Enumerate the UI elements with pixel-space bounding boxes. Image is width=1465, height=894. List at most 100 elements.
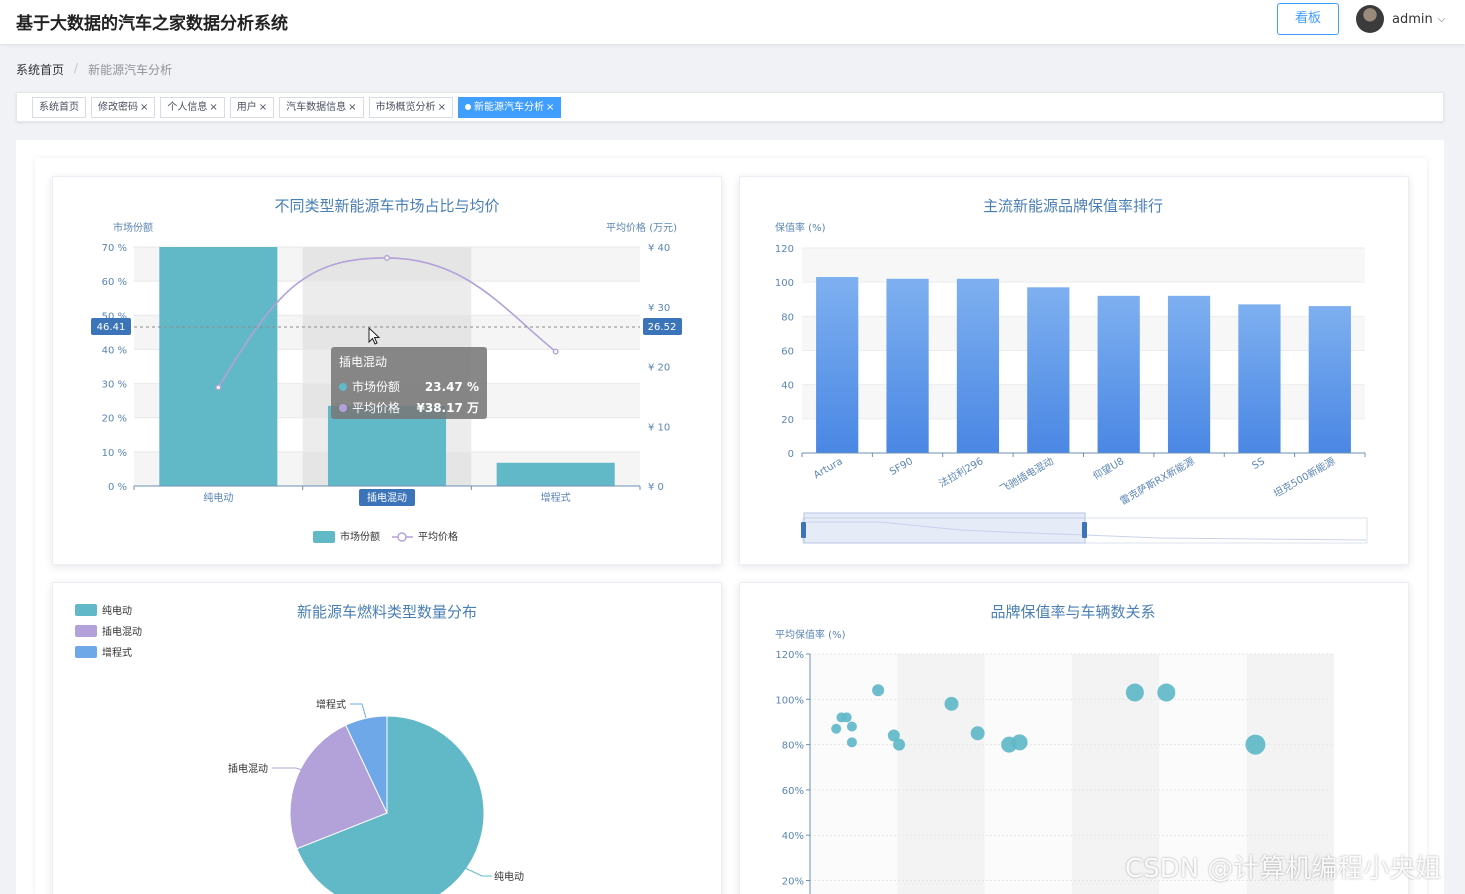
y-right-tick-label: ¥ 30 <box>648 303 670 314</box>
scatter-point <box>872 684 885 697</box>
legend-label: 插电混动 <box>102 625 142 638</box>
bar <box>159 247 278 486</box>
tooltip-series-value: 23.47 % <box>424 379 479 394</box>
chart-tooltip: 插电混动 市场份额 23.47 % 平均价格 ¥38.17 万 <box>331 347 487 419</box>
bar <box>1167 295 1211 453</box>
split-area-band <box>897 654 985 894</box>
legend-line-point <box>397 532 407 542</box>
x-tick-label: 插电混动 <box>367 491 407 504</box>
y-tick-label: 60% <box>782 786 804 797</box>
line-point <box>384 254 391 261</box>
bar <box>816 277 859 453</box>
legend-label: 纯电动 <box>102 604 132 617</box>
scatter-point <box>841 712 852 723</box>
y-tick-label: 100% <box>775 695 804 706</box>
tooltip-series-name: 平均价格 <box>352 401 401 415</box>
y-axis-right-label: 平均价格 (万元) <box>606 221 677 234</box>
legend-swatch <box>75 625 97 637</box>
bar <box>1308 306 1351 453</box>
y-tick-label: 20 <box>781 415 794 426</box>
y-tick-label: 120 <box>775 244 794 255</box>
x-tick-label: 增程式 <box>541 491 571 504</box>
y-right-tick-label: ¥ 20 <box>648 363 670 374</box>
tooltip-row: 市场份额 23.47 % <box>339 376 479 397</box>
x-tick-label: 飞驰插电混动 <box>997 454 1055 495</box>
datazoom-handle <box>1082 522 1087 538</box>
y-right-tick-label: ¥ 10 <box>648 422 670 433</box>
y-axis-label: 平均保值率 (%) <box>775 628 846 641</box>
bar <box>1238 304 1281 453</box>
y-tick-label: 120% <box>775 650 804 661</box>
scatter-point <box>970 726 985 741</box>
scatter-point <box>846 721 857 732</box>
pie-label: 纯电动 <box>494 870 524 883</box>
pie-label-line <box>350 703 367 719</box>
scatter-point <box>831 723 842 734</box>
legend-label: 增程式 <box>102 646 132 659</box>
x-tick-label: 法拉利296 <box>936 454 985 490</box>
bar <box>1097 295 1140 453</box>
split-area-band <box>802 248 1365 283</box>
y-tick-label: 40% <box>782 831 804 842</box>
y-tick-label: 40 % <box>102 345 127 356</box>
bar <box>1027 287 1070 453</box>
y-right-tick-label: ¥ 40 <box>648 243 670 254</box>
legend-label: 市场份额 <box>340 530 380 543</box>
chart-title: 主流新能源品牌保值率排行 <box>983 197 1163 215</box>
split-area-band <box>984 654 1072 894</box>
tooltip-dot <box>339 382 347 391</box>
x-tick-label: 纯电动 <box>203 491 233 504</box>
datazoom-handle <box>801 522 806 538</box>
charts-layer: 不同类型新能源车市场占比与均价市场份额 平均价格 (万元) 0 % 10 % 20 % 3… <box>75 197 1368 894</box>
scatter-point <box>1011 734 1028 751</box>
legend-label: 平均价格 <box>418 530 458 543</box>
y-axis-left-label: 市场份额 <box>113 221 153 234</box>
y-tick-label: 10 % <box>102 448 127 459</box>
watermark: CSDN @计算机编程小央姐 <box>1125 854 1442 884</box>
bar <box>886 278 929 453</box>
tooltip-row: 平均价格 ¥38.17 万 <box>339 397 479 418</box>
scatter-point <box>846 737 857 748</box>
chart-title: 新能源车燃料类型数量分布 <box>297 603 477 621</box>
bar <box>956 278 1000 453</box>
y-tick-label: 20 % <box>102 414 127 425</box>
scatter-point <box>1125 683 1144 702</box>
chart-title: 不同类型新能源车市场占比与均价 <box>274 197 499 215</box>
y-tick-label: 60 <box>781 347 794 358</box>
scatter-point <box>893 738 906 751</box>
y-tick-label: 80 <box>781 312 794 323</box>
y-tick-label: 60 % <box>102 277 127 288</box>
scatter-point <box>1245 734 1266 755</box>
legend-bar-swatch <box>313 531 335 543</box>
y-tick-label: 20% <box>782 877 804 888</box>
y-tick-label: 40 <box>781 381 794 392</box>
x-tick-label: SS <box>1250 456 1267 472</box>
pie-label: 插电混动 <box>228 762 268 775</box>
line-point <box>215 384 222 391</box>
scatter-point <box>1157 683 1176 702</box>
x-tick-label: SF90 <box>888 456 915 478</box>
x-tick-label: 雷克萨斯RX新能源 <box>1117 454 1196 507</box>
y-tick-label: 80% <box>782 741 804 752</box>
y-tick-label: 100 <box>775 278 794 289</box>
x-tick-label: 坦克500新能源 <box>1271 454 1337 500</box>
tooltip-dot <box>339 403 347 412</box>
tooltip-title: 插电混动 <box>339 355 388 369</box>
tooltip-series-name: 市场份额 <box>352 380 401 394</box>
mouse-pointer-icon <box>368 327 381 345</box>
y-tick-label: 30 % <box>102 380 127 391</box>
y-right-tick-label: ¥ 0 <box>648 482 664 493</box>
axis-pointer-left-label: 46.41 <box>97 322 126 333</box>
legend-swatch <box>75 646 97 658</box>
chart-title: 品牌保值率与车辆数关系 <box>990 603 1155 621</box>
line-point <box>552 348 559 355</box>
y-axis-label: 保值率 (%) <box>775 221 826 234</box>
tooltip-series-value: ¥38.17 万 <box>416 401 480 415</box>
axis-pointer-right-label: 26.52 <box>648 322 677 333</box>
scatter-point <box>944 696 959 711</box>
x-tick-label: Artura <box>812 456 845 481</box>
pie-label-line <box>464 867 492 877</box>
legend-swatch <box>75 604 97 616</box>
split-area-band <box>810 654 898 894</box>
y-tick-label: 70 % <box>102 243 127 254</box>
